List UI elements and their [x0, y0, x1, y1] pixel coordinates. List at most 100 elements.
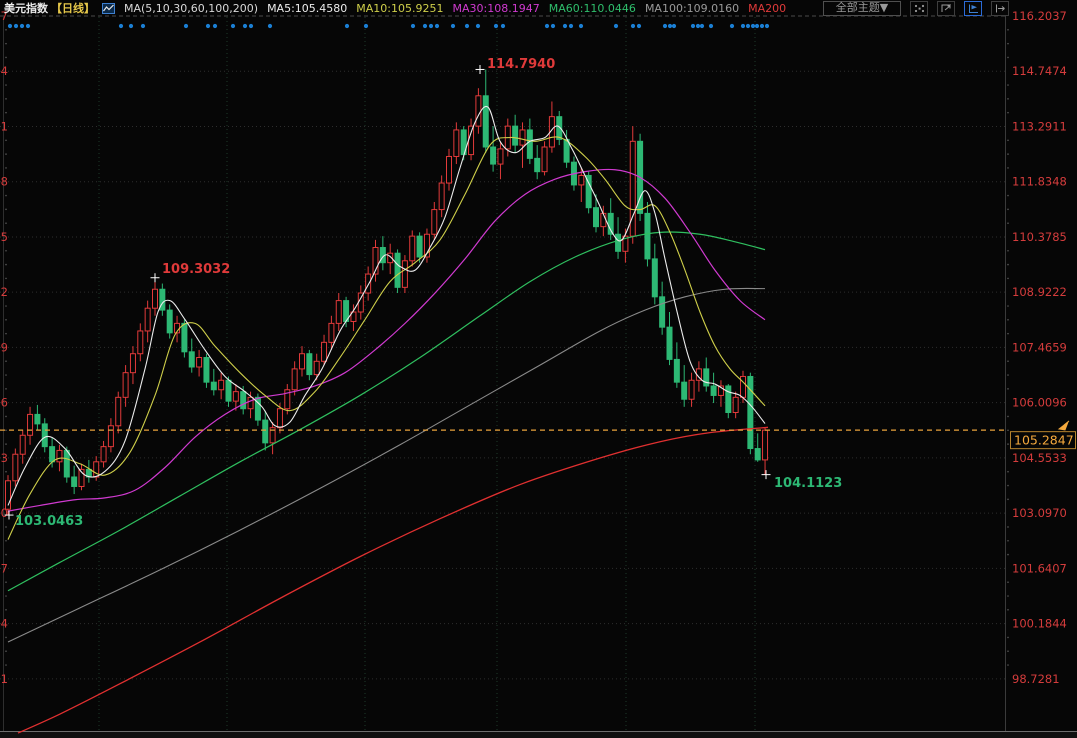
candle-body [153, 289, 158, 308]
axis-minor-tick [5, 264, 7, 266]
event-dot [668, 24, 672, 28]
candle-body [652, 259, 657, 297]
candle-body [704, 369, 709, 386]
candle-body [233, 392, 238, 401]
event-dot [249, 24, 253, 28]
candle-body [241, 392, 246, 409]
candle-body [410, 236, 415, 261]
event-dot [563, 24, 567, 28]
candle-body [197, 358, 202, 367]
chart-canvas[interactable]: 116.2037114.7474113.2911111.8348110.3785… [0, 0, 1077, 738]
axis-minor-tick [5, 581, 7, 583]
candle-body [689, 380, 694, 399]
axis-minor-tick [5, 98, 7, 100]
event-dot [364, 24, 368, 28]
axis-minor-tick [5, 416, 7, 418]
candle-body [520, 130, 525, 145]
axis-minor-tick [1007, 416, 1009, 418]
axis-minor-tick [1007, 388, 1009, 390]
axis-minor-tick [1007, 84, 1009, 86]
axis-minor-tick [1007, 139, 1009, 141]
theme-dropdown[interactable]: 全部主题▼ [823, 1, 901, 16]
axis-minor-tick [1007, 429, 1009, 431]
candle-body [20, 435, 25, 454]
event-dot [206, 24, 210, 28]
event-dot [755, 24, 759, 28]
candle-body [483, 96, 488, 147]
candle-body [402, 261, 407, 288]
chart-type-icon [102, 3, 115, 14]
candle-body [72, 477, 77, 486]
axis-minor-tick [5, 139, 7, 141]
event-dot [14, 24, 18, 28]
event-dot [730, 24, 734, 28]
price-annotation: 103.0463 [15, 514, 83, 529]
axis-minor-tick [1007, 499, 1009, 501]
candle-body [454, 130, 459, 157]
y-axis-label-left: 103.0970 [0, 506, 8, 520]
ma10-value: MA10:105.9251 [356, 2, 443, 15]
event-dot [691, 24, 695, 28]
pan-icon[interactable] [910, 1, 928, 16]
axis-minor-tick [1007, 43, 1009, 45]
candle-body [167, 310, 172, 333]
ma-params-label: MA(5,10,30,60,100,200) [124, 2, 258, 15]
period-label: 【日线】 [51, 2, 95, 15]
event-dot [631, 24, 635, 28]
candle-body [616, 234, 621, 251]
axis-minor-tick [1007, 526, 1009, 528]
ma30-value: MA30:108.1947 [453, 2, 540, 15]
candle-body [645, 213, 650, 259]
y-axis-label-left: 98.7281 [0, 672, 8, 686]
y-axis-label-left: 100.1844 [0, 617, 8, 631]
axis-minor-tick [5, 595, 7, 597]
axis-minor-tick [5, 112, 7, 114]
y-axis-label-left: 114.7474 [0, 64, 8, 78]
y-axis-label: 101.6407 [1012, 561, 1067, 575]
candle-body [42, 424, 47, 447]
event-dot [765, 24, 769, 28]
ma5-value: MA5:105.4580 [267, 2, 347, 15]
expand-icon[interactable] [937, 1, 955, 16]
axis-minor-tick [5, 374, 7, 376]
event-dot [435, 24, 439, 28]
candle-body [594, 208, 599, 227]
axis-minor-tick [5, 554, 7, 556]
axis-minor-tick [1007, 443, 1009, 445]
candle-body [189, 352, 194, 367]
candle-body [248, 397, 253, 408]
axis-minor-tick [5, 305, 7, 307]
axis-minor-tick [1007, 278, 1009, 280]
y-axis-label-left: 104.5533 [0, 451, 8, 465]
export-icon[interactable] [991, 1, 1009, 16]
candle-body [674, 359, 679, 382]
event-dot [494, 24, 498, 28]
axis-minor-tick [5, 43, 7, 45]
axis-minor-tick [1007, 637, 1009, 639]
axis-minor-tick [1007, 167, 1009, 169]
axis-minor-tick [5, 84, 7, 86]
event-dot [709, 24, 713, 28]
y-axis-label: 108.9222 [1012, 285, 1067, 299]
candle-body [557, 117, 562, 140]
event-dot [184, 24, 188, 28]
event-dot [20, 24, 24, 28]
event-dot [129, 24, 133, 28]
y-axis-label-left: 113.2911 [0, 119, 8, 133]
axis-minor-tick [5, 471, 7, 473]
y-axis-label: 98.7281 [1012, 672, 1060, 686]
axis-minor-tick [1007, 609, 1009, 611]
y-axis-label: 114.7474 [1012, 64, 1067, 78]
candle-body [50, 447, 55, 462]
chart-flag-icon[interactable] [964, 1, 982, 16]
candle-body [660, 297, 665, 327]
candle-body [498, 149, 503, 164]
event-dot [465, 24, 469, 28]
candle-body [527, 130, 532, 158]
axis-minor-tick [5, 57, 7, 59]
event-dot [696, 24, 700, 28]
event-dot [637, 24, 641, 28]
axis-minor-tick [1007, 581, 1009, 583]
event-dot [751, 24, 755, 28]
event-dot [569, 24, 573, 28]
